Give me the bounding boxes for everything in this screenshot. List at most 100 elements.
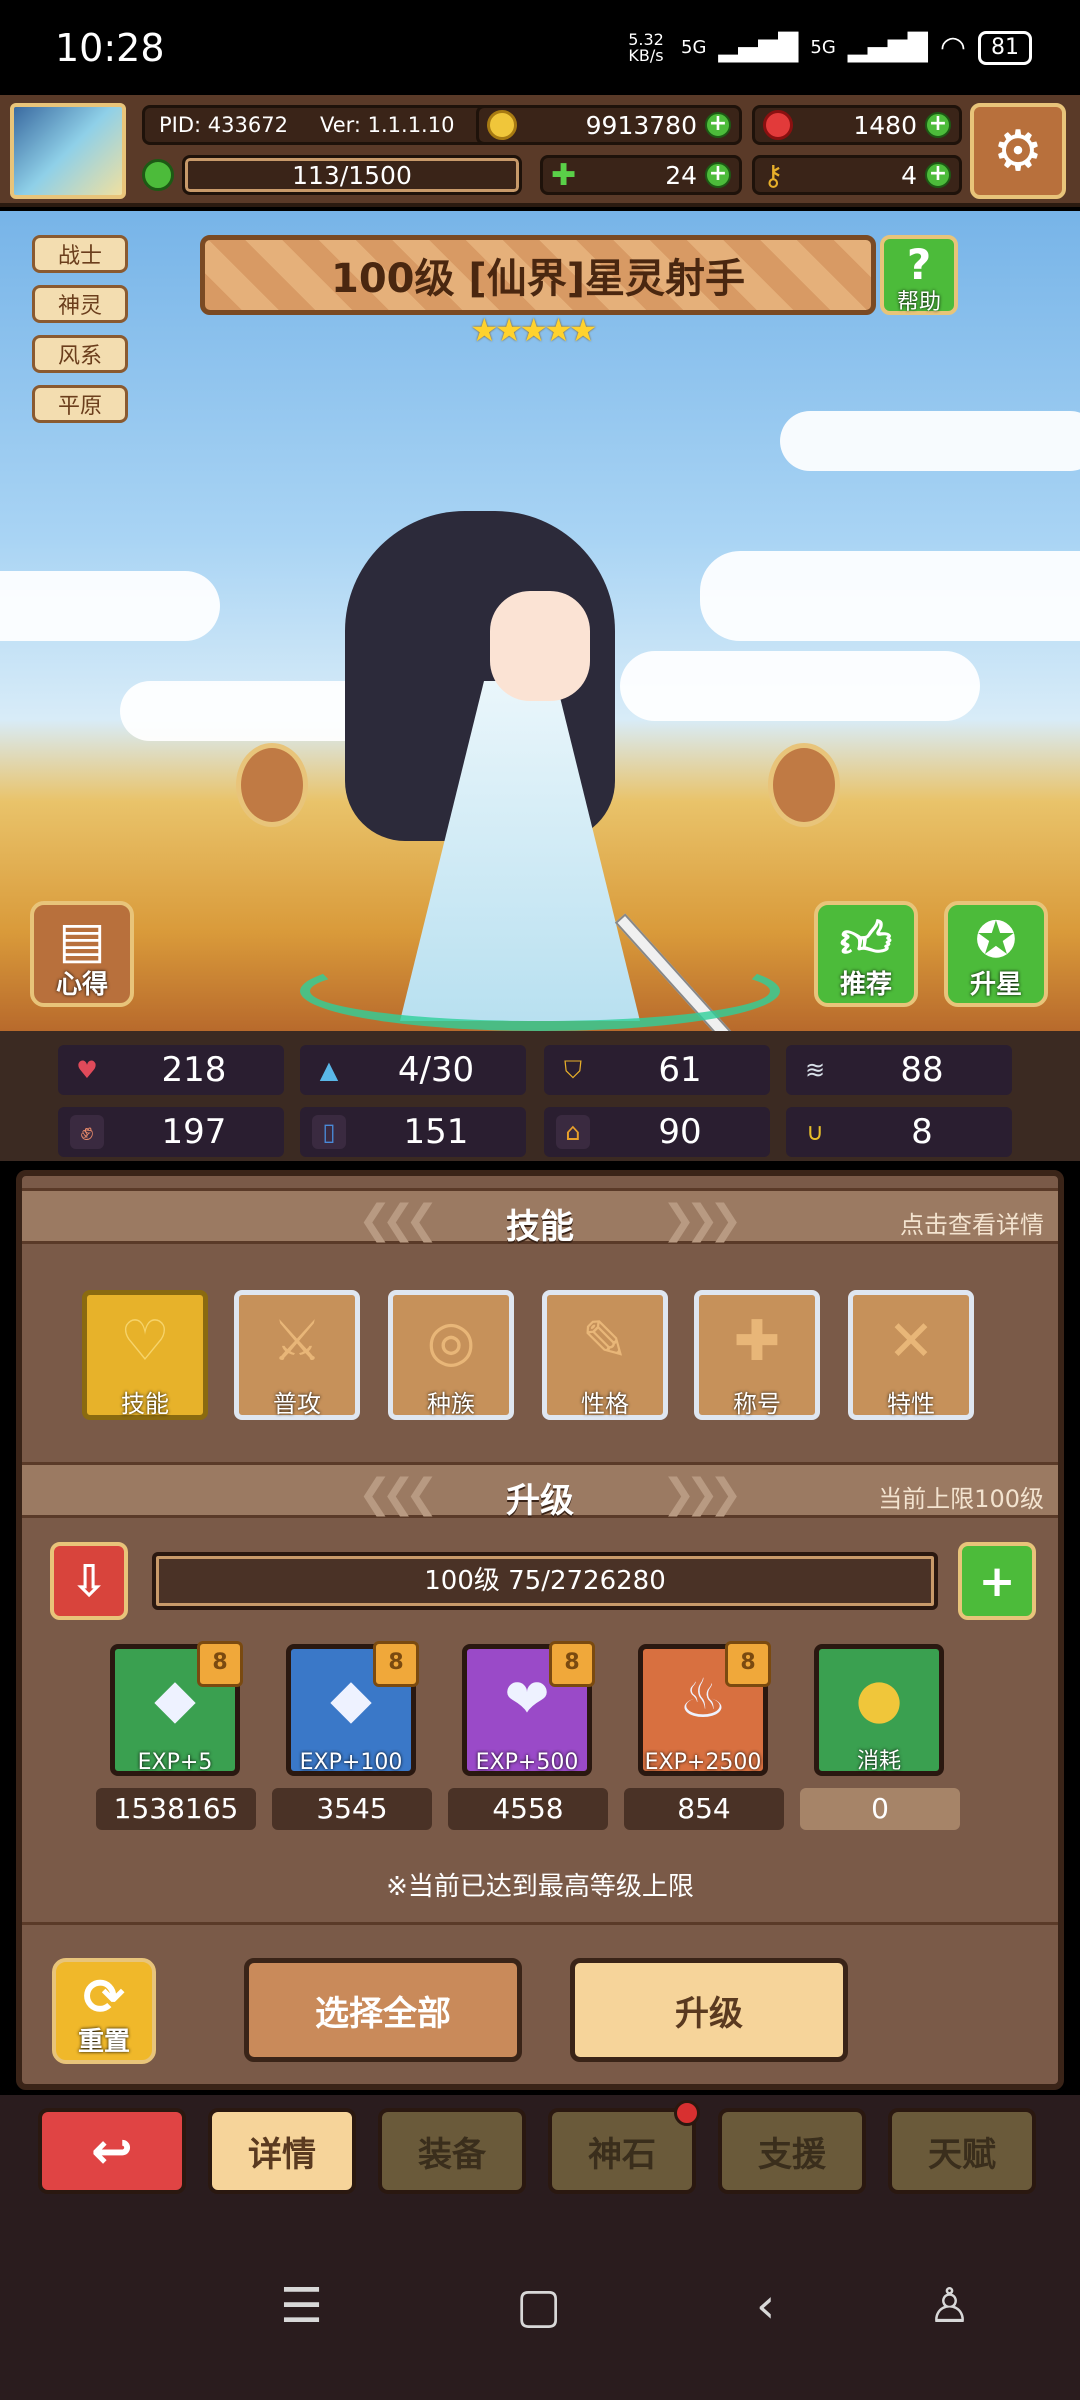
heart-shield-icon: ♡: [119, 1309, 171, 1374]
system-nav-bar: ☰ ▢ ‹ ♙: [0, 2230, 1080, 2400]
exp-item-0[interactable]: ◆ EXP+5 8: [110, 1641, 243, 1776]
stat-value: 4/30: [397, 1050, 475, 1090]
bronze-medal-left: [236, 743, 308, 827]
return-arrow-icon: ↩: [91, 2122, 133, 2180]
exp-item-2[interactable]: ❤ EXP+500 8: [462, 1641, 595, 1776]
race-emblem-icon: ◎: [426, 1309, 476, 1374]
exp-progress-bar: 100级 75/2726280: [152, 1552, 938, 1610]
exp-item-label: 消耗: [856, 1749, 901, 1774]
stat-cell: ♥ 218: [58, 1045, 284, 1095]
skill-label: 种族: [427, 1390, 475, 1418]
quantity-badge: 8: [373, 1641, 419, 1687]
exp-item-count: 1538165: [96, 1788, 256, 1830]
gear-icon: ⚙: [992, 118, 1044, 184]
add-clover-button[interactable]: +: [705, 162, 731, 188]
exp-item-count: 854: [624, 1788, 784, 1830]
gold-coin-icon: ●: [855, 1667, 903, 1730]
upgrade-button[interactable]: 升级: [570, 1958, 848, 2062]
star-rating: ★★★★★: [470, 311, 597, 349]
tab-details[interactable]: 详情: [208, 2108, 356, 2194]
help-label: 帮助: [896, 290, 941, 315]
exp-item-1[interactable]: ◆ EXP+100 8: [286, 1641, 419, 1776]
skills-header-bar[interactable]: ❮❮❮ 技能 ❯❯❯ 点击查看详情: [22, 1188, 1058, 1247]
tab-equipment[interactable]: 装备: [378, 2108, 526, 2194]
boot-icon: ⌂: [556, 1115, 590, 1149]
exp-item-3[interactable]: ♨ EXP+2500 8: [638, 1641, 771, 1776]
gold-amount: 9913780: [585, 110, 697, 140]
back-button[interactable]: ↩: [38, 2108, 186, 2194]
exp-item-label: EXP+100: [299, 1750, 403, 1775]
wind-swirl-effect: [300, 951, 780, 1031]
divider: [22, 1922, 1058, 1925]
select-all-button[interactable]: 选择全部: [244, 1958, 522, 2062]
stamina-value: 113/1500: [182, 155, 522, 195]
chevron-right-icon: ❯❯❯: [662, 1471, 742, 1517]
add-exp-button[interactable]: +: [958, 1542, 1036, 1620]
hero-scene: 战士 神灵 风系 平原 100级 [仙界]星灵射手 ? 帮助 ★★★★★ ▤ 心得…: [0, 211, 1080, 1031]
shield-icon: ⛉: [564, 1056, 582, 1084]
hero-title: 100级 [仙界]星灵射手: [200, 235, 876, 315]
add-gold-button[interactable]: +: [705, 112, 731, 138]
stat-value: 90: [658, 1112, 702, 1152]
reset-button[interactable]: ⟳ 重置: [52, 1958, 156, 2064]
player-id: PID: 433672: [159, 113, 288, 137]
stat-cell: ✊︎ 197: [58, 1107, 284, 1157]
stat-value: 151: [403, 1112, 469, 1152]
clover-stamina-icon: [142, 159, 174, 191]
title-button[interactable]: ✚ 称号: [694, 1290, 820, 1420]
basic-attack-button[interactable]: ⚔ 普攻: [234, 1290, 360, 1420]
hero-detail-panel: ❮❮❮ 技能 ❯❯❯ 点击查看详情 ♡ 技能 ⚔ 普攻 ◎ 种族 ✎ 性格 ✚ 称号 ✕ 特性 ❮❮❮…: [16, 1170, 1064, 2090]
hero-tag-terrain: 平原: [32, 385, 128, 423]
version-label: Ver: 1.1.1.10: [319, 113, 455, 137]
exp-item-label: EXP+5: [137, 1750, 213, 1775]
skills-hint[interactable]: 点击查看详情: [900, 1205, 1044, 1240]
tab-godstone[interactable]: 神石: [548, 2108, 696, 2194]
downgrade-button[interactable]: ⇩: [50, 1542, 128, 1620]
feather-sword-icon: ✎: [581, 1309, 629, 1374]
book-icon: ▯: [312, 1115, 346, 1149]
sword-icon: ⚔: [271, 1309, 323, 1374]
key-amount: 4: [901, 160, 917, 190]
home-icon[interactable]: ▢: [516, 2278, 561, 2334]
skill-label: 称号: [733, 1390, 781, 1418]
race-button[interactable]: ◎ 种族: [388, 1290, 514, 1420]
personality-button[interactable]: ✎ 性格: [542, 1290, 668, 1420]
wifi-icon: ◠: [939, 30, 966, 65]
stat-cell: ⌂ 90: [544, 1107, 770, 1157]
trait-button[interactable]: ✕ 特性: [848, 1290, 974, 1420]
star-up-button[interactable]: ✪ 升星: [944, 901, 1048, 1007]
back-nav-icon[interactable]: ‹: [756, 2278, 775, 2334]
notes-button[interactable]: ▤ 心得: [30, 901, 134, 1007]
menu-icon[interactable]: ☰: [280, 2278, 323, 2334]
water-icon: ▲: [319, 1056, 339, 1084]
exp-item-count: 0: [800, 1788, 960, 1830]
tab-support[interactable]: 支援: [718, 2108, 866, 2194]
bronze-medal-right: [768, 743, 840, 827]
settings-button[interactable]: ⚙: [970, 103, 1066, 199]
signal-5g-label: 5G: [681, 37, 707, 58]
add-key-button[interactable]: +: [925, 162, 951, 188]
stat-cell: ▯ 151: [300, 1107, 526, 1157]
exp-item-4[interactable]: ● 消耗: [814, 1644, 944, 1776]
add-gem-button[interactable]: +: [925, 112, 951, 138]
stat-cell: ∪ 8: [786, 1107, 1012, 1157]
resource-bar: PID: 433672 Ver: 1.1.1.10 9913780 + 1480…: [0, 95, 1080, 207]
tab-talent[interactable]: 天赋: [888, 2108, 1036, 2194]
exp-item-label: EXP+2500: [644, 1750, 762, 1775]
help-button[interactable]: ? 帮助: [880, 235, 958, 315]
recommend-button[interactable]: 👍︎ 推荐: [814, 901, 918, 1007]
exp-item-count: 3545: [272, 1788, 432, 1830]
notification-dot: [674, 2100, 700, 2126]
battery-indicator: 81: [978, 30, 1032, 65]
skill-button[interactable]: ♡ 技能: [82, 1290, 208, 1420]
quantity-badge: 8: [197, 1641, 243, 1687]
cloud: [700, 551, 1080, 641]
download-icon: ⇩: [70, 1555, 108, 1607]
cloud: [0, 571, 220, 641]
level-cap-hint: 当前上限100级: [878, 1485, 1044, 1513]
heart-icon: ♥: [76, 1056, 98, 1084]
skill-label: 特性: [887, 1390, 935, 1418]
player-avatar[interactable]: [10, 103, 126, 199]
assistant-icon[interactable]: ♙: [928, 2278, 971, 2334]
hero-tag-element: 风系: [32, 335, 128, 373]
